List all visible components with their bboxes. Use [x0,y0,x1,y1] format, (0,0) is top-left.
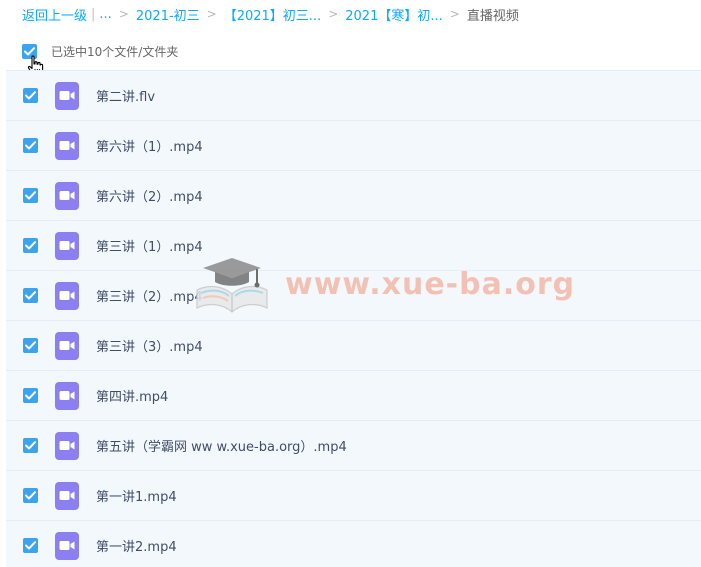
file-name[interactable]: 第五讲（学霸网 ww w.xue-ba.org）.mp4 [96,436,347,455]
file-checkbox[interactable] [23,288,38,303]
video-camera-icon [55,81,79,110]
video-camera-icon [55,531,79,560]
checkmark-icon [25,241,36,250]
video-camera-icon [55,481,79,510]
file-row[interactable]: 第一讲2.mp4 [6,520,701,567]
checkmark-icon [25,141,36,150]
video-camera-icon [55,281,79,310]
file-row[interactable]: 第三讲（3）.mp4 [6,320,701,370]
file-browser: 返回上一级 | ... > 2021-初三 > 【2021】初三... > 20… [0,0,701,567]
file-list: 第二讲.flv 第六讲（1）.mp4 第六讲（2）.mp4 第三讲（1）.mp4 第三讲… [6,70,701,567]
checkmark-icon [25,491,36,500]
back-link[interactable]: 返回上一级 [22,5,87,24]
file-name[interactable]: 第四讲.mp4 [96,386,168,405]
file-row[interactable]: 第二讲.flv [6,70,701,120]
breadcrumb-item-term[interactable]: 2021【寒】初... [345,5,442,24]
file-name[interactable]: 第六讲（2）.mp4 [96,186,203,205]
file-checkbox[interactable] [23,338,38,353]
file-checkbox[interactable] [23,538,38,553]
file-row[interactable]: 第六讲（1）.mp4 [6,120,701,170]
breadcrumb: 返回上一级 | ... > 2021-初三 > 【2021】初三... > 20… [22,5,519,24]
breadcrumb-current: 直播视频 [466,8,519,24]
video-camera-icon [55,331,79,360]
checkmark-icon [25,441,36,450]
breadcrumb-item-course[interactable]: 【2021】初三... [224,5,321,24]
file-checkbox[interactable] [23,138,38,153]
file-name[interactable]: 第六讲（1）.mp4 [96,136,203,155]
file-checkbox[interactable] [23,388,38,403]
file-name[interactable]: 第一讲1.mp4 [96,486,177,505]
checkmark-icon [25,91,36,100]
video-camera-icon [55,231,79,260]
file-row[interactable]: 第四讲.mp4 [6,370,701,420]
file-checkbox[interactable] [23,438,38,453]
breadcrumb-chevron: > [449,7,460,21]
breadcrumb-item-grade[interactable]: 2021-初三 [136,5,200,24]
file-checkbox[interactable] [23,238,38,253]
file-row[interactable]: 第五讲（学霸网 ww w.xue-ba.org）.mp4 [6,420,701,470]
video-camera-icon [55,131,79,160]
file-name[interactable]: 第一讲2.mp4 [96,536,177,555]
checkmark-icon [25,191,36,200]
video-camera-icon [55,431,79,460]
file-name[interactable]: 第三讲（1）.mp4 [96,236,203,255]
file-checkbox[interactable] [23,188,38,203]
video-camera-icon [55,181,79,210]
file-checkbox[interactable] [23,488,38,503]
checkmark-icon [25,391,36,400]
breadcrumb-chevron: > [206,7,217,21]
file-row[interactable]: 第三讲（2）.mp4 [6,270,701,320]
file-name[interactable]: 第三讲（2）.mp4 [96,286,203,305]
breadcrumb-chevron: > [328,7,339,21]
file-name[interactable]: 第二讲.flv [96,86,155,105]
checkmark-icon [25,291,36,300]
breadcrumb-chevron: > [118,7,129,21]
file-row[interactable]: 第三讲（1）.mp4 [6,220,701,270]
checkmark-icon [25,541,36,550]
file-row[interactable]: 第一讲1.mp4 [6,470,701,520]
select-all-row: 已选中10个文件/文件夹 [22,41,178,61]
file-name[interactable]: 第三讲（3）.mp4 [96,336,203,355]
file-checkbox[interactable] [23,88,38,103]
breadcrumb-separator: | [91,6,96,22]
checkmark-icon [25,341,36,350]
video-camera-icon [55,381,79,410]
selection-count-label: 已选中10个文件/文件夹 [51,44,179,59]
file-row[interactable]: 第六讲（2）.mp4 [6,170,701,220]
breadcrumb-ellipsis[interactable]: ... [99,7,111,22]
